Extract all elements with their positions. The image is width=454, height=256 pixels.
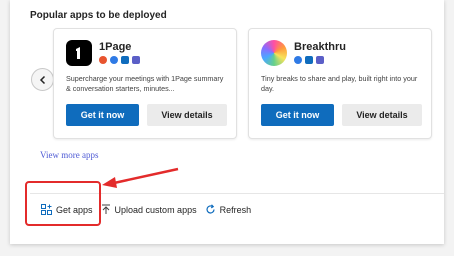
get-it-now-button[interactable]: Get it now xyxy=(66,104,139,126)
breakthru-logo-icon xyxy=(261,40,287,66)
section-title: Popular apps to be deployed xyxy=(30,10,167,21)
host-icons xyxy=(99,56,140,64)
app-card-breakthru[interactable]: Breakthru Tiny breaks to share and play,… xyxy=(248,28,432,139)
copilot-icon xyxy=(294,56,302,64)
upload-custom-apps-button[interactable]: Upload custom apps xyxy=(101,204,197,215)
carousel-prev-button[interactable] xyxy=(31,68,54,91)
red-arrow-annotation xyxy=(102,167,179,188)
app-name: Breakthru xyxy=(294,41,346,53)
host-icons xyxy=(294,56,324,64)
app-card-1page[interactable]: 1Page Supercharge your meetings with 1Pa… xyxy=(53,28,237,139)
chevron-left-icon xyxy=(39,75,45,84)
teams-icon xyxy=(316,56,324,64)
outlook-icon xyxy=(305,56,313,64)
view-more-apps-link[interactable]: View more apps xyxy=(40,150,98,160)
upload-icon xyxy=(101,204,110,214)
app-name: 1Page xyxy=(99,41,132,53)
app-description: Tiny breaks to share and play, built rig… xyxy=(261,74,418,93)
upload-custom-apps-label: Upload custom apps xyxy=(114,204,197,215)
highlight-box xyxy=(25,181,101,226)
teams-icon xyxy=(132,56,140,64)
refresh-label: Refresh xyxy=(219,204,252,215)
view-details-button[interactable]: View details xyxy=(342,104,422,126)
get-it-now-button[interactable]: Get it now xyxy=(261,104,334,126)
copilot-icon xyxy=(110,56,118,64)
app-description: Supercharge your meetings with 1Page sum… xyxy=(66,74,224,93)
outlook-icon xyxy=(121,56,129,64)
loop-icon xyxy=(99,56,107,64)
view-details-button[interactable]: View details xyxy=(147,104,227,126)
1page-logo-icon xyxy=(66,40,92,66)
refresh-button[interactable]: Refresh xyxy=(205,204,252,215)
refresh-icon xyxy=(205,204,215,214)
